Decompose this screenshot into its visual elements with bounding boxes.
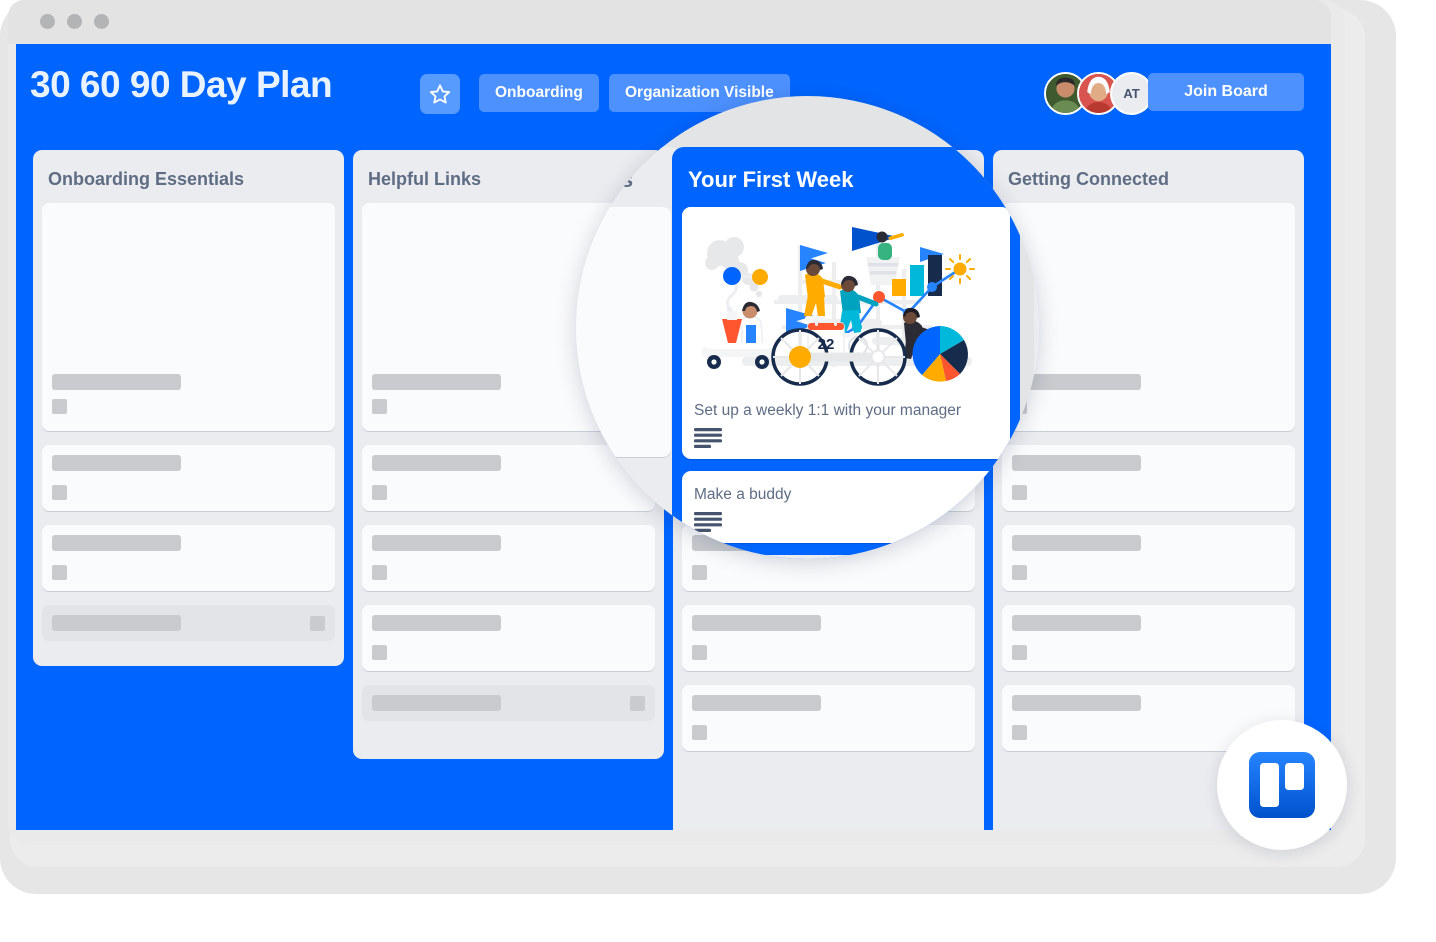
card-title-skeleton bbox=[372, 615, 501, 631]
card-title-skeleton bbox=[372, 455, 501, 471]
list-card[interactable] bbox=[1002, 605, 1295, 671]
close-icon[interactable] bbox=[40, 14, 55, 29]
magnified-left-list: Helpful Links bbox=[576, 147, 680, 559]
member-avatars: AT bbox=[1044, 72, 1153, 115]
card-title-skeleton bbox=[372, 535, 501, 551]
board-title: 30 60 90 Day Plan bbox=[30, 64, 333, 105]
card-title-skeleton bbox=[1012, 615, 1141, 631]
magnifier-content: Helpful Links Getting Connected By D bbox=[576, 96, 1039, 559]
card-title-skeleton bbox=[52, 455, 181, 471]
minimize-icon[interactable] bbox=[67, 14, 82, 29]
card-title-skeleton bbox=[372, 695, 501, 711]
card-badge-skeleton bbox=[52, 399, 67, 414]
list-card[interactable] bbox=[682, 685, 975, 751]
trello-logo-icon bbox=[1249, 752, 1315, 818]
description-icon bbox=[682, 504, 1010, 543]
magnified-list-your-first-week: Your First Week 22 Set up a weekly 1:1 w… bbox=[672, 147, 1020, 559]
card-badge-skeleton bbox=[310, 615, 325, 631]
team-collaboration-illustration: 22 bbox=[682, 207, 1010, 391]
card-badge-skeleton bbox=[1012, 725, 1027, 740]
card-badge-skeleton bbox=[372, 485, 387, 500]
card-title-skeleton bbox=[692, 695, 821, 711]
list-onboarding-essentials: Onboarding Essentials bbox=[33, 150, 344, 666]
list-card[interactable] bbox=[42, 525, 335, 591]
magnified-right-list: Getting Connected By D bbox=[1034, 147, 1039, 559]
card-title-skeleton bbox=[1012, 695, 1141, 711]
card-title-skeleton bbox=[52, 374, 181, 390]
list-card-partial[interactable] bbox=[42, 605, 335, 641]
description-icon-glyph bbox=[694, 428, 722, 448]
list-card[interactable] bbox=[576, 207, 671, 457]
star-icon bbox=[429, 84, 451, 104]
card-badge-skeleton bbox=[692, 565, 707, 580]
card-badge-skeleton bbox=[1012, 565, 1027, 580]
card-title-skeleton bbox=[52, 535, 181, 551]
maximize-icon[interactable] bbox=[94, 14, 109, 29]
list-title: Your First Week bbox=[688, 167, 854, 192]
description-icon-glyph bbox=[694, 512, 722, 532]
card-set-up-weekly-1-1[interactable]: 22 Set up a weekly 1:1 with your manager bbox=[682, 207, 1010, 459]
device-frame: 30 60 90 Day Plan Onboarding Essentials … bbox=[0, 0, 1436, 942]
member-avatar-3[interactable]: AT bbox=[1110, 72, 1153, 115]
window-title-bar bbox=[8, 0, 1331, 44]
card-badge-skeleton bbox=[372, 565, 387, 580]
join-board-button[interactable]: Join Board bbox=[1148, 73, 1304, 111]
card-badge-skeleton bbox=[692, 725, 707, 740]
list-title: Onboarding Essentials bbox=[48, 169, 245, 189]
star-button[interactable] bbox=[420, 74, 460, 114]
card-badge-skeleton bbox=[372, 645, 387, 660]
list-card[interactable] bbox=[1002, 525, 1295, 591]
card-title-skeleton bbox=[372, 374, 501, 390]
list-title: Helpful Links bbox=[576, 167, 634, 192]
list-card-partial[interactable] bbox=[362, 685, 655, 721]
trello-logo-badge bbox=[1217, 720, 1347, 850]
card-title-skeleton bbox=[52, 615, 181, 631]
description-icon bbox=[682, 420, 1010, 459]
magnifier-lens: Helpful Links Getting Connected By D bbox=[576, 96, 1039, 559]
card-badge-skeleton bbox=[630, 695, 645, 711]
list-card[interactable] bbox=[362, 605, 655, 671]
list-card[interactable] bbox=[682, 605, 975, 671]
list-title: Getting Connected bbox=[1008, 169, 1169, 189]
card-badge-skeleton bbox=[52, 565, 67, 580]
card-title: Set up a weekly 1:1 with your manager bbox=[694, 402, 962, 419]
card-title: Make a buddy bbox=[694, 486, 792, 503]
card-make-a-buddy[interactable]: Make a buddy bbox=[682, 471, 1010, 543]
list-card[interactable] bbox=[1002, 203, 1295, 431]
list-card[interactable] bbox=[42, 445, 335, 511]
card-badge-skeleton bbox=[372, 399, 387, 414]
card-badge-skeleton bbox=[692, 645, 707, 660]
card-title-skeleton bbox=[692, 615, 821, 631]
card-badge-skeleton bbox=[52, 485, 67, 500]
card-partial[interactable] bbox=[682, 555, 1010, 559]
list-card[interactable] bbox=[42, 203, 335, 431]
list-card[interactable] bbox=[1002, 445, 1295, 511]
card-badge-skeleton bbox=[1012, 645, 1027, 660]
traffic-light-buttons[interactable] bbox=[40, 14, 109, 29]
